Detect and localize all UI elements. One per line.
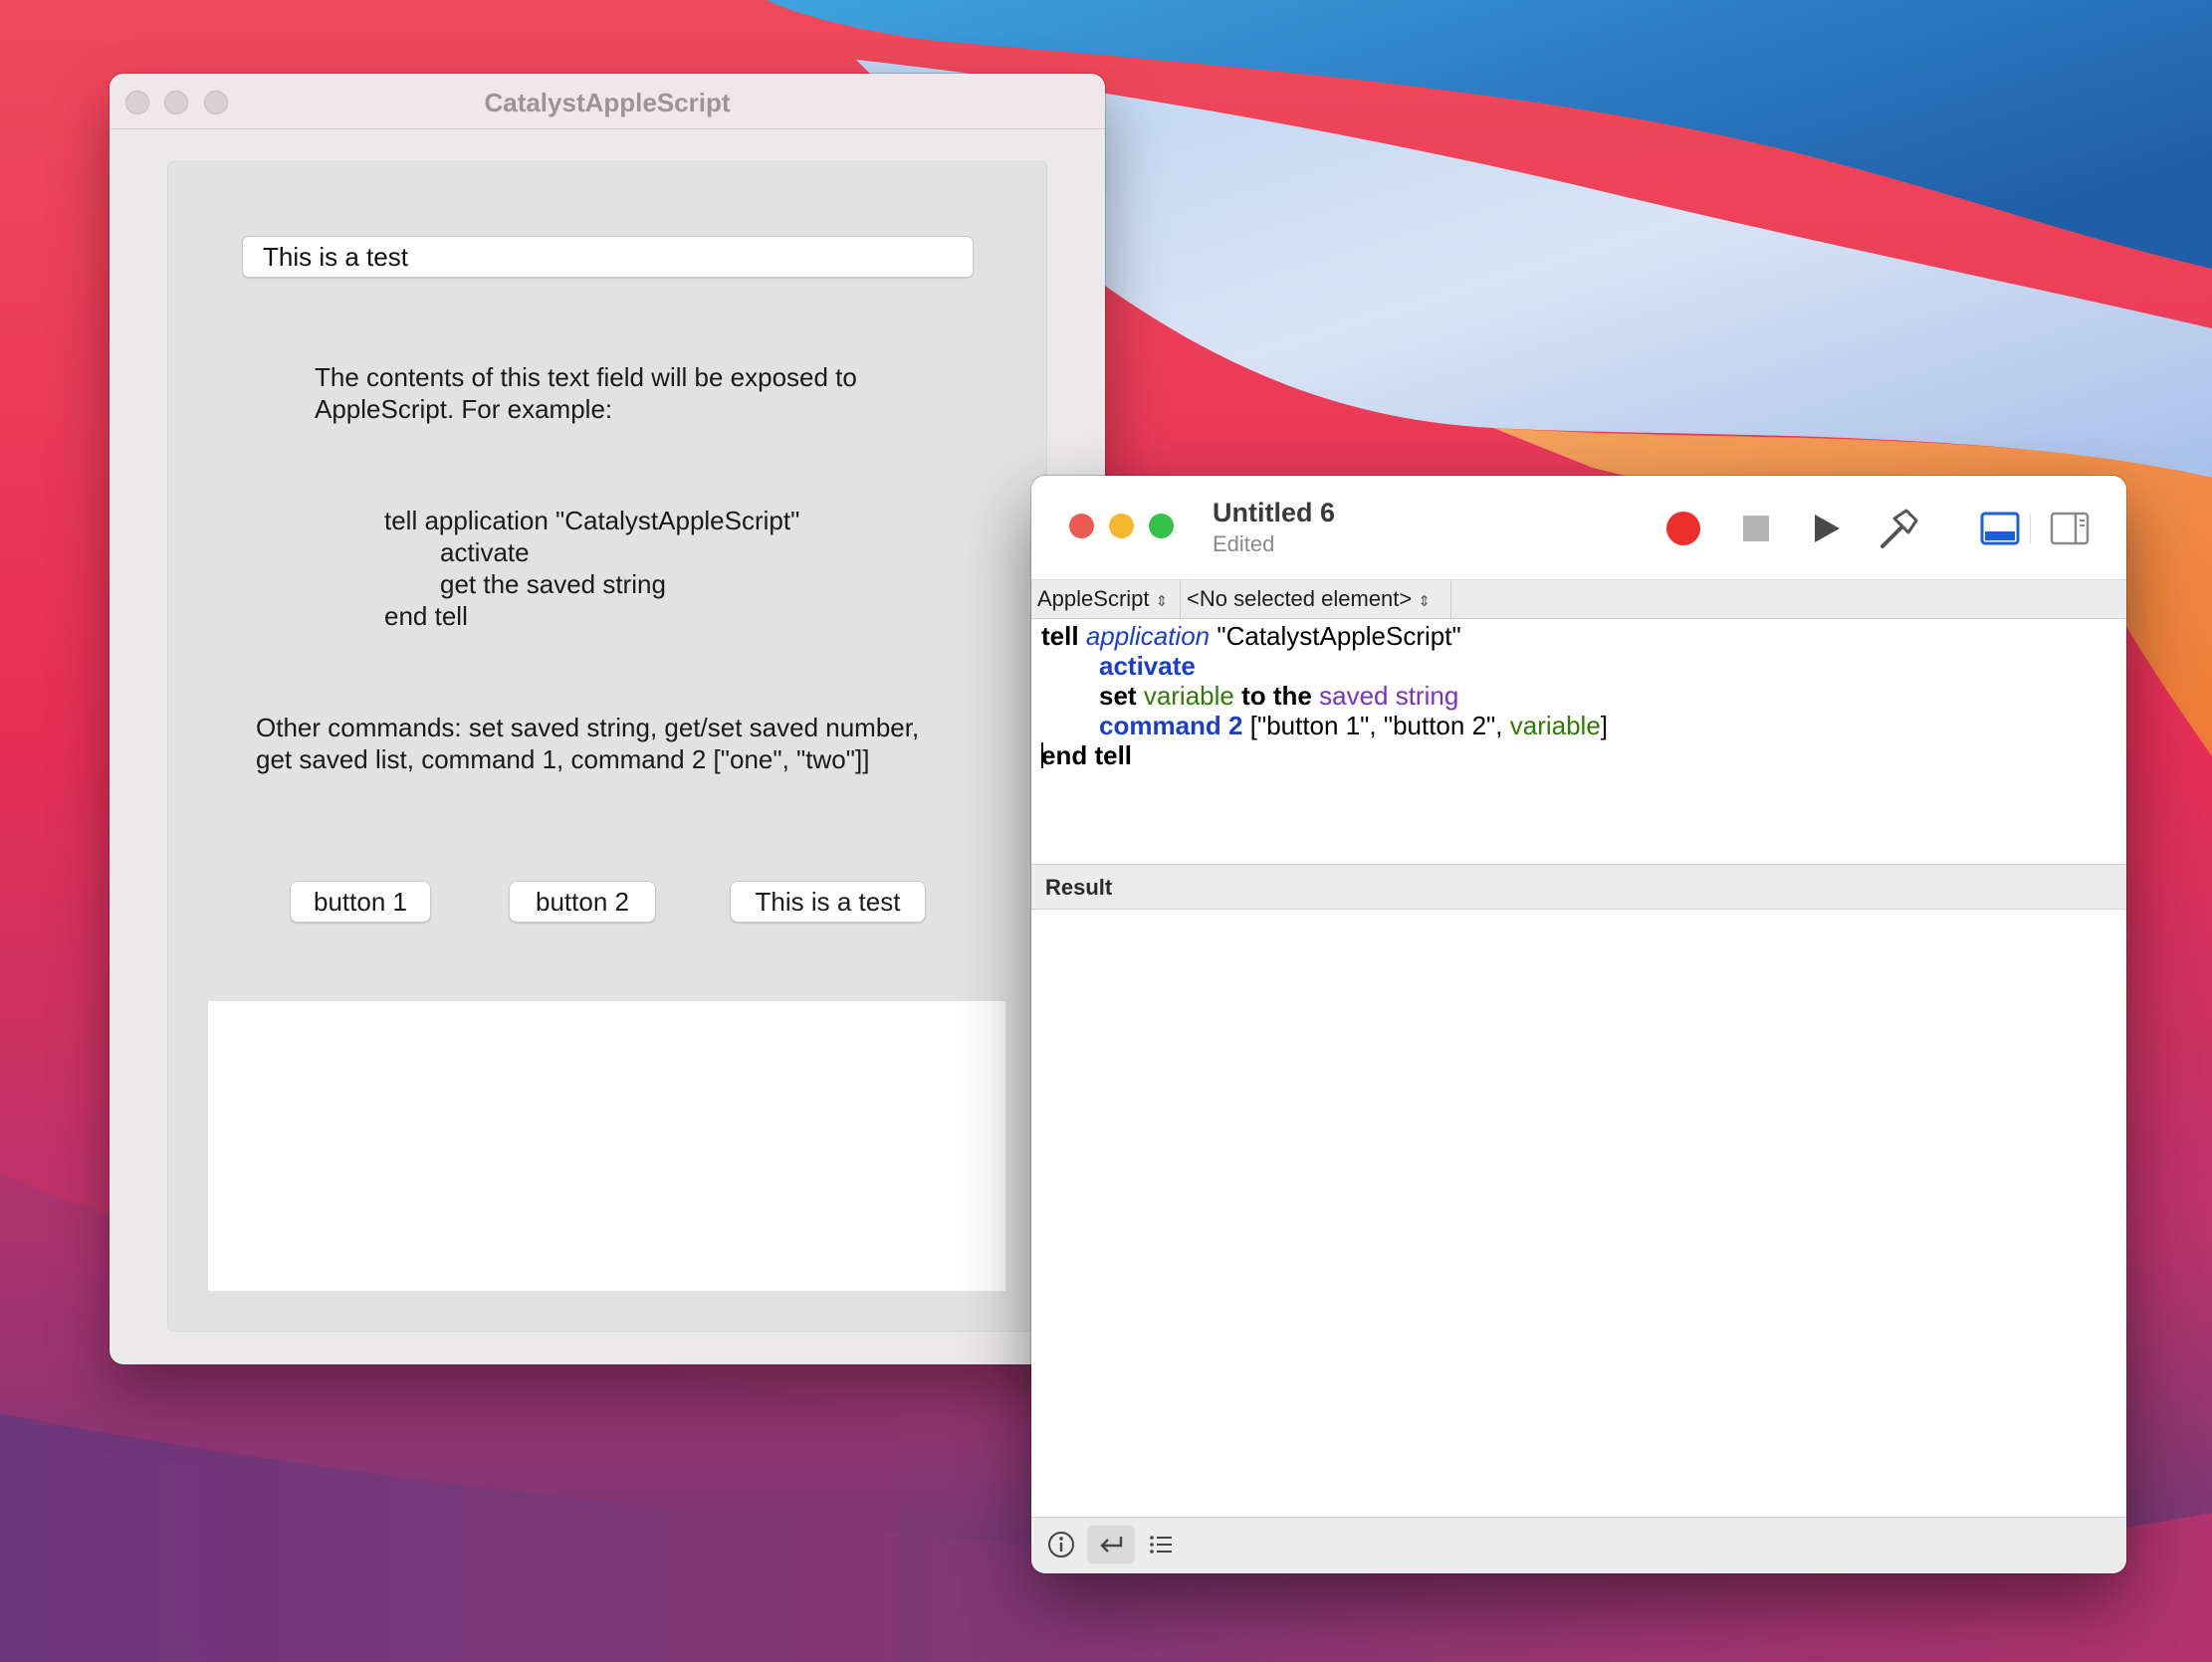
window-title: CatalystAppleScript (484, 88, 731, 117)
description-line-1: The contents of this text field will be … (315, 362, 857, 392)
document-status: Edited (1213, 531, 1275, 556)
show-inspector-button[interactable] (2047, 506, 2093, 551)
code-line-4: command 2 ["button 1", "button 2", varia… (1041, 711, 2126, 740)
toolbar-divider (2030, 514, 2031, 543)
other-commands-line-2: get saved list, command 1, command 2 ["o… (256, 744, 870, 774)
example-line-1: tell application "CatalystAppleScript" (384, 506, 800, 535)
code-line-1: tell application "CatalystAppleScript" (1041, 621, 2126, 651)
result-header: Result (1031, 864, 2126, 910)
content-panel: This is a test The contents of this text… (167, 161, 1047, 1332)
command-command-2: command 2 (1099, 711, 1243, 740)
this-is-a-test-button[interactable]: This is a test (730, 881, 926, 923)
close-button[interactable] (1069, 514, 1094, 538)
saved-string-field[interactable]: This is a test (242, 236, 974, 278)
code-line-2: activate (1041, 651, 2126, 681)
record-button[interactable] (1660, 506, 1706, 551)
minimize-button[interactable] (1109, 514, 1134, 538)
compile-icon (1880, 509, 1918, 548)
navigation-bar: AppleScript ⇕ <No selected element> ⇕ (1031, 579, 2126, 619)
code-line-3: set variable to the saved string (1041, 681, 2126, 711)
property-saved-string: saved string (1319, 681, 1459, 711)
element-selector-label: <No selected element> (1187, 586, 1413, 611)
language-selector[interactable]: AppleScript ⇕ (1031, 580, 1181, 618)
run-button[interactable] (1804, 506, 1850, 551)
updown-chevron-icon: ⇕ (1418, 593, 1431, 610)
example-line-2: activate (440, 537, 530, 567)
stop-button[interactable] (1733, 506, 1779, 551)
compile-button[interactable] (1876, 506, 1921, 551)
button-2[interactable]: button 2 (509, 881, 656, 923)
updown-chevron-icon: ⇕ (1155, 593, 1169, 610)
result-label: Result (1045, 875, 1113, 900)
return-icon (1100, 1537, 1123, 1553)
keyword-end-tell: end tell (1041, 740, 1133, 770)
catalyst-titlebar[interactable]: CatalystAppleScript (110, 74, 1105, 129)
list-icon (1150, 1536, 1172, 1554)
record-icon (1666, 512, 1700, 545)
result-tab[interactable] (1087, 1526, 1135, 1563)
script-editor-window: Untitled 6 Edited AppleScript ⇕ <No sele… (1031, 476, 2126, 1573)
info-icon (1048, 1532, 1074, 1558)
keyword-tell: tell (1041, 621, 1079, 651)
zoom-button[interactable] (1149, 514, 1174, 538)
list-literal: ["button 1", "button 2", (1249, 711, 1503, 740)
catalyst-window: CatalystAppleScript This is a test The c… (110, 74, 1105, 1364)
code-line-5: end tell (1041, 740, 2126, 770)
show-inspector-icon (2050, 512, 2090, 545)
bottom-bar (1031, 1517, 2126, 1573)
class-application: application (1085, 621, 1211, 651)
list-close-bracket: ] (1600, 711, 1609, 740)
element-selector[interactable]: <No selected element> ⇕ (1181, 580, 1451, 618)
string-literal: "CatalystAppleScript" (1217, 621, 1461, 651)
script-editor-toolbar: Untitled 6 Edited (1031, 476, 2126, 579)
example-line-3: get the saved string (440, 569, 666, 599)
description-line-2: AppleScript. For example: (315, 394, 613, 424)
result-area (1031, 910, 2126, 1517)
show-log-button[interactable] (1977, 506, 2023, 551)
output-area (208, 1001, 1005, 1291)
command-activate: activate (1099, 651, 1196, 681)
description-tab[interactable] (1037, 1526, 1085, 1563)
variable-name: variable (1509, 711, 1601, 740)
stop-icon (1743, 516, 1769, 541)
run-icon (1815, 515, 1840, 542)
document-title: Untitled 6 (1213, 498, 1336, 527)
keyword-to-the: to the (1241, 681, 1312, 711)
show-log-icon (1980, 512, 2020, 545)
language-selector-label: AppleScript (1037, 586, 1150, 611)
variable-name: variable (1143, 681, 1234, 711)
script-editor-text[interactable]: tell application "CatalystAppleScript" a… (1031, 619, 2126, 864)
button-1[interactable]: button 1 (290, 881, 431, 923)
keyword-set: set (1099, 681, 1137, 711)
other-commands-line-1: Other commands: set saved string, get/se… (256, 713, 920, 742)
example-line-4: end tell (384, 601, 468, 631)
log-tab[interactable] (1137, 1526, 1185, 1563)
